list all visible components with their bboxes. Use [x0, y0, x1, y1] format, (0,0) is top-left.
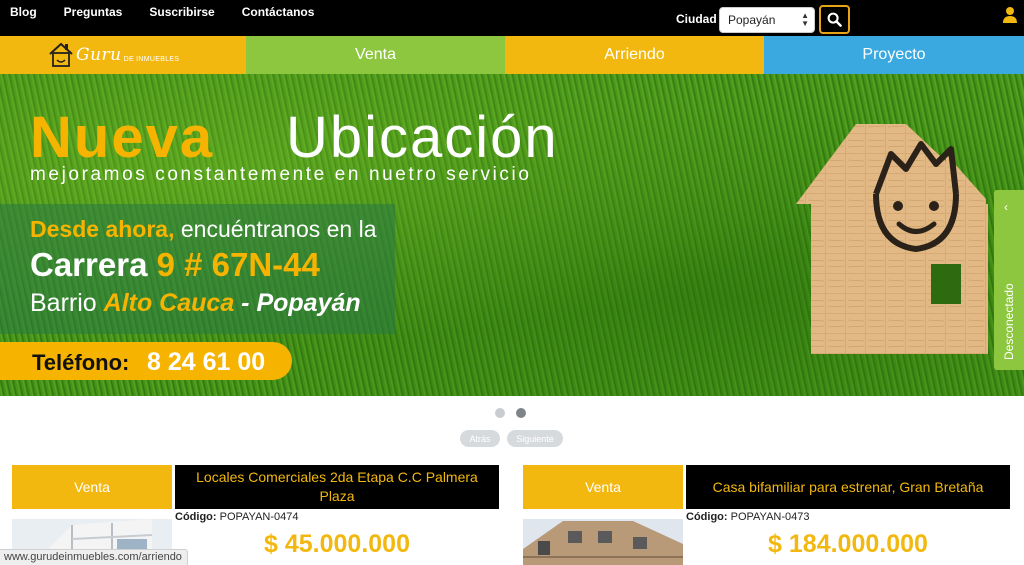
banner-title-bold: Nueva [30, 105, 215, 170]
nav-suscribirse-link[interactable]: Suscribirse [149, 5, 214, 19]
wooden-house-image [796, 124, 988, 354]
search-button[interactable] [819, 5, 850, 34]
banner-line-3a: Barrio [30, 289, 104, 317]
listing-operation-badge[interactable]: Venta [12, 465, 172, 509]
banner-line-3: Barrio Alto Cauca - Popayán [30, 289, 361, 318]
carousel-dot-2[interactable] [516, 408, 526, 418]
hero-banner[interactable]: Nueva Ubicación mejoramos constantemente… [0, 74, 1024, 396]
offline-side-tab[interactable]: ‹ Desconectado [994, 190, 1024, 370]
listing-code: Código: POPAYAN-0474 [175, 511, 298, 523]
listing-price: $ 184.000.000 [768, 530, 928, 558]
banner-line-1c: encuéntranos en la [174, 216, 377, 242]
listing-code-label: Código: [175, 511, 217, 523]
listing-card[interactable]: Venta Casa bifamiliar para estrenar, Gra… [523, 465, 1011, 565]
city-label: Ciudad [676, 12, 717, 26]
search-icon [827, 12, 842, 27]
listing-code-value: POPAYAN-0473 [730, 511, 810, 523]
banner-title-light: Ubicación [286, 105, 559, 170]
banner-line-2a: Carrera [30, 246, 157, 283]
listing-price: $ 45.000.000 [264, 530, 410, 558]
top-nav: Blog Preguntas Suscribirse Contáctanos [0, 0, 341, 36]
city-select-value: Popayán [728, 13, 776, 27]
banner-line-3b: Alto Cauca [103, 289, 235, 317]
listing-code-label: Código: [686, 511, 728, 523]
side-tab-label: Desconectado [1002, 283, 1016, 360]
banner-line-2: Carrera 9 # 67N-44 [30, 246, 320, 284]
nav-proyecto-tab[interactable]: Proyecto [764, 36, 1024, 74]
logo-sub-text: DE INMUEBLES [123, 55, 180, 63]
logo-main-text: Guru [76, 45, 122, 65]
banner-phone-label: Teléfono: [32, 350, 130, 375]
carousel-prev-button[interactable]: Atrás [460, 430, 500, 447]
listing-title[interactable]: Casa bifamiliar para estrenar, Gran Bret… [686, 465, 1010, 509]
user-icon[interactable] [1003, 6, 1017, 24]
banner-subtitle: mejoramos constantemente en nuetro servi… [30, 164, 532, 185]
main-nav: Guru DE INMUEBLES Venta Arriendo Proyect… [0, 36, 1024, 74]
city-select[interactable]: Popayán ▲ ▼ [719, 7, 815, 33]
nav-contactanos-link[interactable]: Contáctanos [242, 5, 315, 19]
carousel-dot-1[interactable] [495, 408, 505, 418]
banner-line-3c: - Popayán [234, 289, 361, 317]
nav-preguntas-link[interactable]: Preguntas [64, 5, 123, 19]
nav-arriendo-tab[interactable]: Arriendo [505, 36, 764, 74]
listing-code: Código: POPAYAN-0473 [686, 511, 809, 523]
carousel-next-button[interactable]: Siguiente [507, 430, 563, 447]
nav-venta-tab[interactable]: Venta [246, 36, 505, 74]
banner-line-1a: Desde [30, 216, 106, 242]
banner-line-2b: 9 # 67N-44 [156, 246, 320, 283]
listing-code-value: POPAYAN-0474 [219, 511, 299, 523]
status-bar-url: www.gurudeinmuebles.com/arriendo [0, 549, 188, 565]
house-logo-icon [49, 42, 73, 67]
banner-phone-number: 8 24 61 00 [147, 348, 266, 376]
logo[interactable]: Guru DE INMUEBLES [0, 36, 246, 74]
nav-blog-link[interactable]: Blog [10, 5, 37, 19]
banner-line-1: Desde ahora, encuéntranos en la [30, 216, 377, 243]
listing-thumbnail[interactable] [523, 519, 683, 565]
top-bar: Blog Preguntas Suscribirse Contáctanos C… [0, 0, 1024, 36]
listing-title[interactable]: Locales Comerciales 2da Etapa C.C Palmer… [175, 465, 499, 509]
listing-operation-badge[interactable]: Venta [523, 465, 683, 509]
select-arrows-icon: ▲ ▼ [801, 11, 809, 28]
page: Blog Preguntas Suscribirse Contáctanos C… [0, 0, 1024, 565]
banner-line-1b: ahora, [105, 216, 175, 242]
